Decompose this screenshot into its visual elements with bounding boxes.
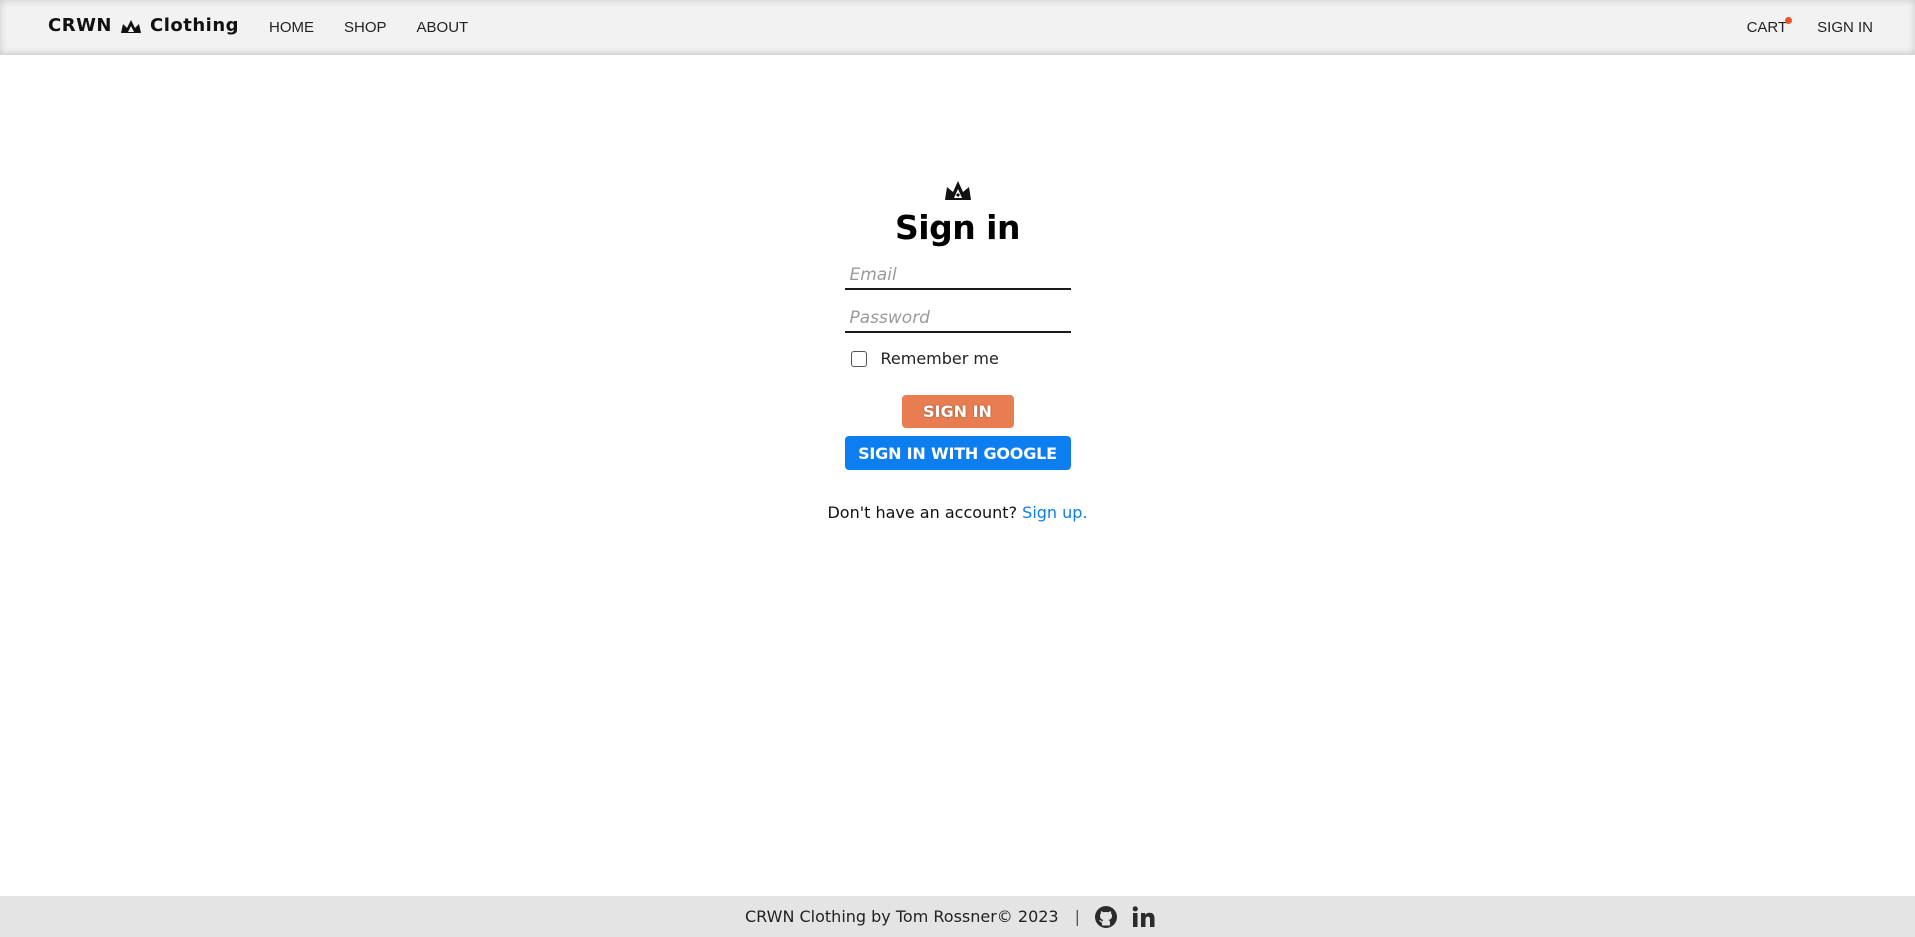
cart-link[interactable]: CART [1746, 17, 1793, 36]
remember-me-checkbox[interactable] [850, 350, 867, 367]
nav-home[interactable]: HOME [269, 19, 314, 36]
page-title: Sign in [895, 208, 1021, 247]
cart-indicator-dot [1785, 17, 1793, 24]
footer: CRWN Clothing by Tom Rossner© 2023 | [0, 896, 1915, 937]
nav-about[interactable]: ABOUT [417, 19, 469, 36]
remember-me-label: Remember me [880, 349, 999, 368]
cart-label: CART [1746, 19, 1788, 36]
email-field[interactable] [844, 257, 1071, 290]
signup-suffix: . [1082, 503, 1088, 522]
google-sign-in-button[interactable]: SIGN IN WITH GOOGLE [844, 436, 1071, 470]
navbar: CRWN Clothing HOME SHOP ABOUT CART SIGN … [0, 0, 1915, 55]
signup-prompt: Don't have an account? Sign up. [827, 503, 1087, 522]
password-field[interactable] [844, 300, 1071, 333]
sign-in-button[interactable]: SIGN IN [901, 395, 1014, 428]
nav-shop[interactable]: SHOP [344, 19, 387, 36]
nav-right: CART SIGN IN [1746, 17, 1873, 36]
github-icon[interactable] [1094, 905, 1118, 929]
remember-me: Remember me [845, 349, 1071, 368]
brand-logo[interactable]: CRWN Clothing [48, 15, 239, 36]
main-nav: HOME SHOP ABOUT [269, 19, 468, 36]
linkedin-icon[interactable] [1132, 905, 1156, 928]
crown-icon [943, 178, 973, 202]
sign-up-link[interactable]: Sign up [1022, 503, 1082, 522]
footer-separator: | [1074, 907, 1080, 926]
footer-credit: CRWN Clothing by Tom Rossner© 2023 [744, 907, 1059, 926]
crown-icon [120, 18, 142, 34]
signin-form: Sign in Remember me SIGN IN SIGN IN WITH… [0, 178, 1915, 522]
nav-sign-in[interactable]: SIGN IN [1817, 19, 1873, 36]
brand-name-right: Clothing [150, 15, 240, 36]
no-account-text: Don't have an account? [827, 503, 1018, 522]
brand-name-left: CRWN [48, 15, 112, 36]
